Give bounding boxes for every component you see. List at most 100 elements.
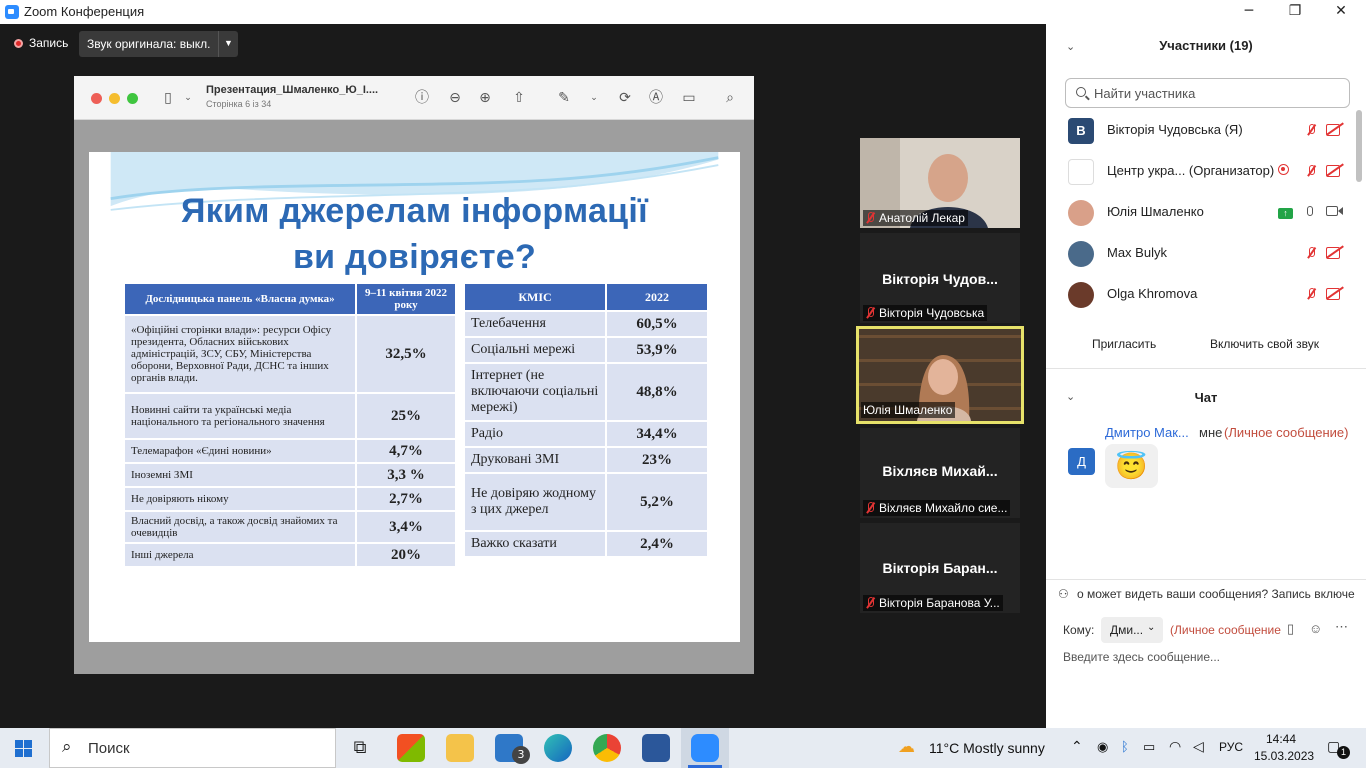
- table-row: Телебачення 60,5%: [465, 312, 707, 336]
- participant-name: Max Bulyk: [1107, 245, 1167, 260]
- chevron-down-icon: ⌄: [1147, 622, 1156, 633]
- participant-search-input[interactable]: Найти участника: [1065, 78, 1350, 108]
- participant-row[interactable]: Olga Khromova: [1046, 274, 1356, 314]
- participant-name: Центр укра... (Организатор): [1107, 163, 1275, 178]
- participant-row[interactable]: Юлія Шмаленко ↑: [1046, 192, 1356, 232]
- divider: [1046, 579, 1366, 580]
- row-value: 4,7%: [355, 440, 455, 462]
- form-icon: ▭: [682, 90, 696, 106]
- file-icon[interactable]: ▯: [1287, 621, 1294, 637]
- chat-message-input[interactable]: Введите здесь сообщение...: [1063, 650, 1220, 664]
- zoom-out-icon: ⊖: [449, 90, 461, 106]
- chevron-down-icon: ⌄: [590, 93, 598, 103]
- video-tile[interactable]: Віхляєв Михай... Віхляєв Михайло сие...: [860, 428, 1020, 518]
- row-label: Телемарафон «Єдині новини»: [125, 440, 355, 462]
- markup-pen-icon: ✎: [558, 90, 570, 106]
- participant-row[interactable]: Max Bulyk: [1046, 233, 1356, 273]
- viewer-toolbar: ▯ ⌄ Презентация_Шмаленко_Ю_І.... Сторінк…: [74, 76, 754, 120]
- row-label: Соціальні мережі: [465, 338, 605, 362]
- record-indicator[interactable]: Запись: [14, 36, 68, 50]
- restore-button[interactable]: ❐: [1272, 0, 1318, 24]
- avatar: [1068, 241, 1094, 267]
- emoji-icon[interactable]: ☺: [1309, 621, 1322, 636]
- row-label: Радіо: [465, 422, 605, 446]
- close-button[interactable]: ✕: [1318, 0, 1364, 24]
- video-tile[interactable]: Вікторія Чудов... Вікторія Чудовська: [860, 233, 1020, 323]
- avatar: [1068, 282, 1094, 308]
- task-view-icon[interactable]: ⧉: [346, 734, 374, 762]
- left-survey-table: Дослідницька панель «Власна думка» 9–11 …: [125, 282, 455, 568]
- row-label: Не довіряю жодному з цих джерел: [465, 474, 605, 530]
- search-icon: ⌕: [726, 90, 734, 106]
- windows-start-icon[interactable]: [15, 740, 32, 757]
- participants-scrollbar[interactable]: [1356, 110, 1362, 182]
- row-label: Не довіряють нікому: [125, 488, 355, 510]
- weather-icon[interactable]: ☁: [898, 737, 915, 768]
- more-icon[interactable]: ⋯: [1335, 619, 1348, 635]
- file-explorer-icon[interactable]: [446, 734, 474, 762]
- video-caption: Вікторія Чудовська: [863, 305, 988, 321]
- clock-date[interactable]: 15.03.2023: [1254, 749, 1314, 768]
- chevron-down-icon[interactable]: ▼: [218, 31, 238, 57]
- taskbar: ⌕ Поиск ⧉ 3 ☁ 11°C Mostly sunny ⌃ ◉ ᛒ ▭ …: [0, 728, 1366, 768]
- table-header-row: КМІС 2022: [465, 284, 707, 310]
- wifi-icon[interactable]: ◠: [1169, 738, 1181, 768]
- table-row: Новинні сайти та українські медіа націон…: [125, 394, 455, 438]
- word-icon[interactable]: [642, 734, 670, 762]
- row-label: «Офіційні сторінки влади»: ресурси Офісу…: [125, 316, 355, 392]
- participant-row[interactable]: Центр укра... (Организатор): [1046, 151, 1356, 191]
- volume-icon[interactable]: ◁: [1193, 738, 1204, 768]
- chat-header: Чат: [1194, 390, 1218, 405]
- chat-privacy-notice[interactable]: о может видеть ваши сообщения? Запись вк…: [1077, 587, 1355, 601]
- search-placeholder: Поиск: [88, 740, 130, 757]
- video-tile-active-speaker[interactable]: Юлія Шмаленко: [856, 326, 1024, 424]
- original-sound-button[interactable]: Звук оригинала: выкл. ▼: [79, 31, 238, 57]
- store-icon[interactable]: [397, 734, 425, 762]
- table-row: Не довіряю жодному з цих джерел 5,2%: [465, 474, 707, 530]
- row-value: 48,8%: [605, 364, 707, 420]
- video-tile[interactable]: Вікторія Баран... Вікторія Баранова У...: [860, 523, 1020, 613]
- mic-muted-icon: [1302, 285, 1320, 301]
- sidebar-icon: ▯: [164, 90, 172, 106]
- bluetooth-icon[interactable]: ᛒ: [1121, 739, 1129, 768]
- weather-text[interactable]: 11°C Mostly sunny: [929, 740, 1045, 768]
- mic-muted-icon: [1302, 162, 1320, 178]
- notifications-badge: 1: [1337, 746, 1350, 759]
- cam-muted-icon: [1326, 162, 1344, 178]
- row-label: Іноземні ЗМІ: [125, 464, 355, 486]
- row-value: 5,2%: [605, 474, 707, 530]
- row-label: Новинні сайти та українські медіа націон…: [125, 394, 355, 438]
- meet-now-icon[interactable]: ◉: [1097, 739, 1108, 768]
- mic-muted-icon: [865, 307, 875, 319]
- input-language[interactable]: РУС: [1219, 740, 1243, 768]
- chat-recipient-select[interactable]: Дми... ⌄: [1101, 617, 1163, 643]
- table-header-row: Дослідницька панель «Власна думка» 9–11 …: [125, 284, 455, 314]
- recording-icon: [1278, 162, 1296, 178]
- document-title: Презентация_Шмаленко_Ю_І....: [206, 84, 379, 96]
- shared-screen: ▯ ⌄ Презентация_Шмаленко_Ю_І.... Сторінк…: [74, 76, 754, 674]
- show-hidden-icons[interactable]: ⌃: [1071, 738, 1083, 768]
- avatar: В: [1068, 118, 1094, 144]
- chrome-icon[interactable]: [593, 734, 621, 762]
- taskbar-search-input[interactable]: ⌕ Поиск: [49, 728, 336, 768]
- record-label: Запись: [29, 36, 69, 50]
- table-header-cell: 9–11 квітня 2022 року: [355, 284, 455, 314]
- mic-muted-icon: [865, 597, 875, 609]
- row-value: 3,3 %: [355, 464, 455, 486]
- video-tile[interactable]: Анатолій Лекар: [860, 138, 1020, 228]
- divider: [1046, 368, 1366, 369]
- mail-badge: 3: [512, 746, 530, 764]
- unmute-button[interactable]: Включить свой звук: [1210, 337, 1319, 351]
- minimize-button[interactable]: ─: [1226, 0, 1272, 24]
- zoom-taskbar-button[interactable]: [681, 728, 729, 768]
- edge-icon[interactable]: [544, 734, 572, 762]
- message-sender[interactable]: Дмитро Мак...: [1105, 425, 1189, 440]
- battery-icon[interactable]: ▭: [1143, 739, 1155, 768]
- row-label: Друковані ЗМІ: [465, 448, 605, 472]
- table-header-cell: 2022: [605, 284, 707, 310]
- participant-name-large: Вікторія Баран...: [882, 560, 998, 576]
- table-row: Соціальні мережі 53,9%: [465, 338, 707, 362]
- invite-button[interactable]: Пригласить: [1092, 337, 1156, 351]
- participant-row[interactable]: В Вікторія Чудовська (Я): [1046, 110, 1356, 150]
- close-traffic-icon: [91, 93, 102, 104]
